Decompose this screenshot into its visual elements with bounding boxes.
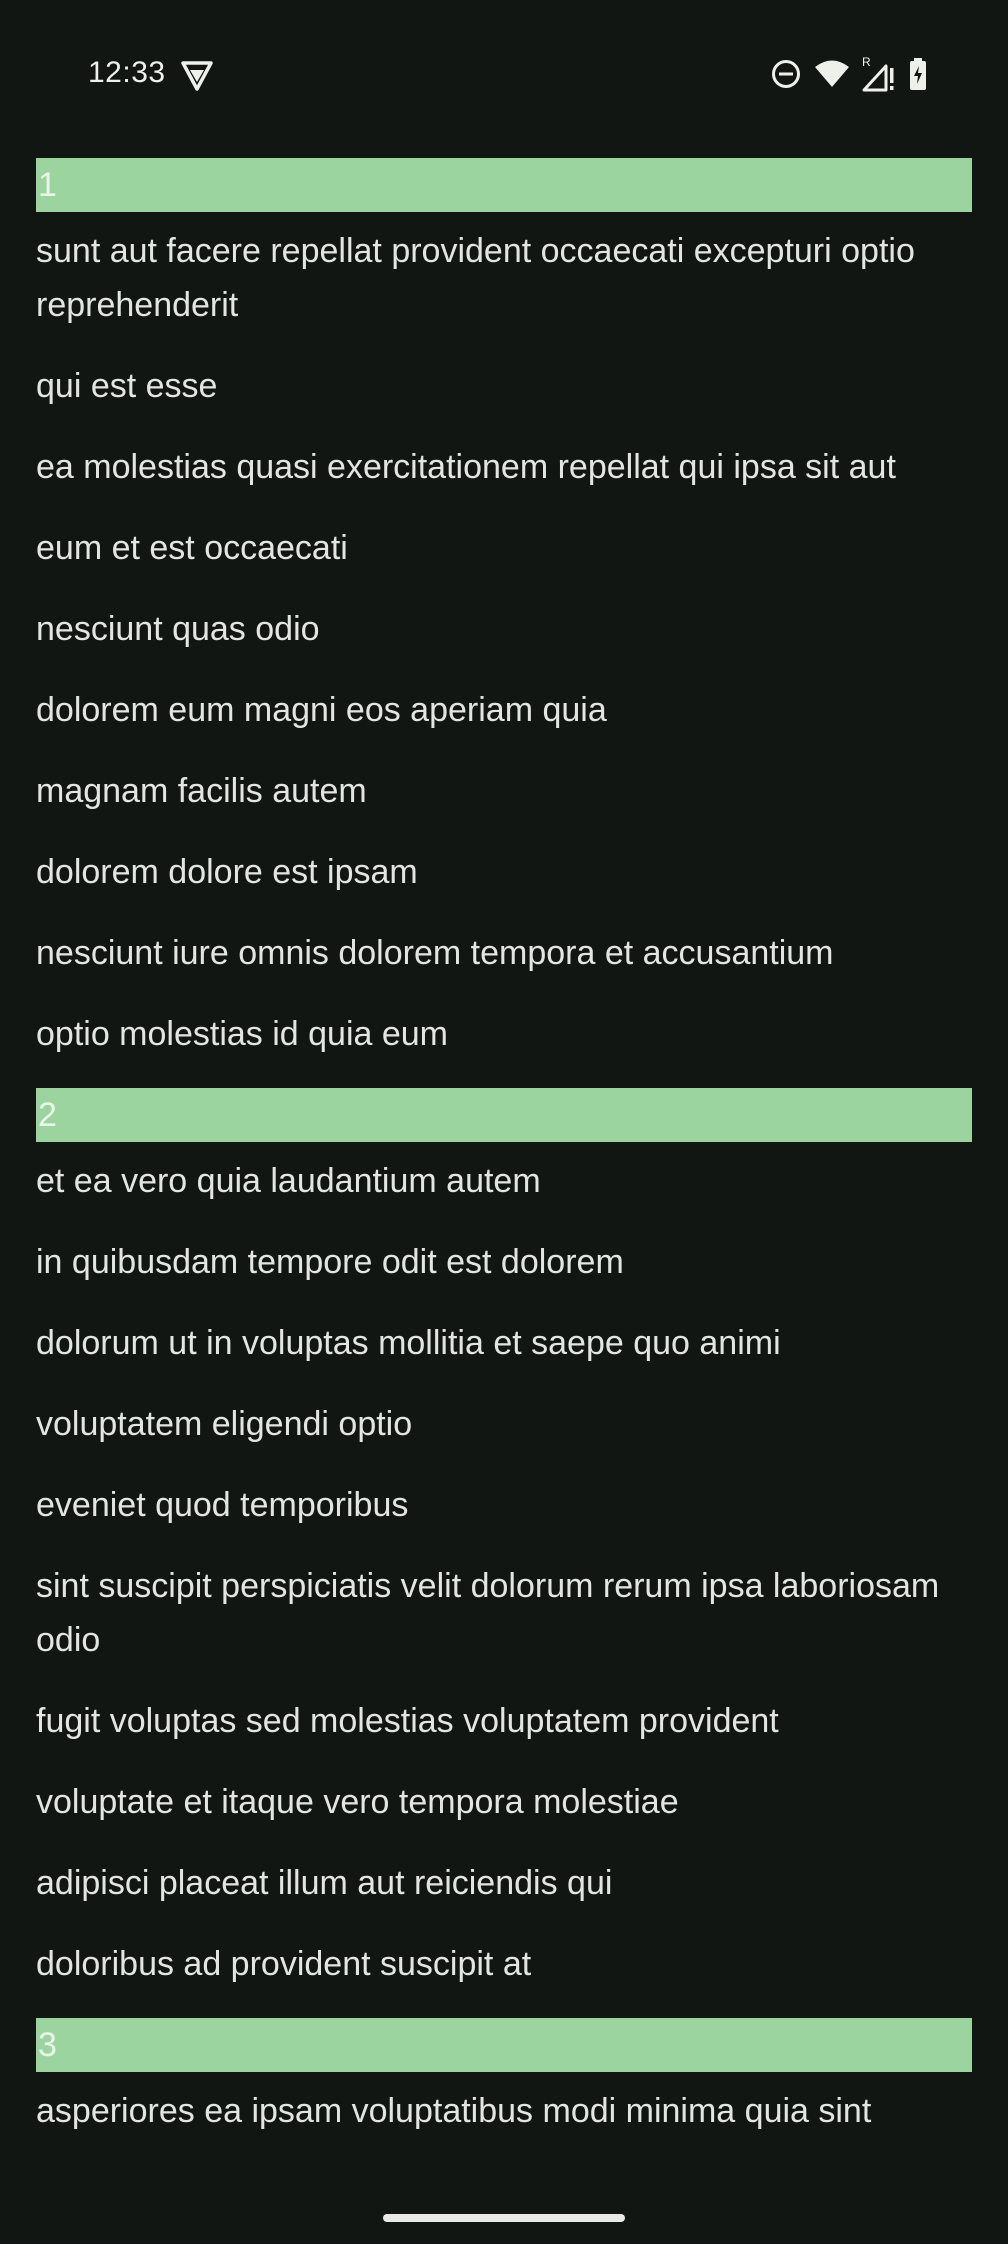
list-item[interactable]: nesciunt quas odio bbox=[36, 602, 972, 683]
status-icons: R bbox=[770, 56, 928, 92]
list-item[interactable]: voluptate et itaque vero tempora molesti… bbox=[36, 1775, 972, 1856]
do-not-disturb-icon bbox=[770, 58, 802, 90]
roaming-indicator: R bbox=[862, 56, 871, 69]
list-item[interactable]: eveniet quod temporibus bbox=[36, 1478, 972, 1559]
status-time: 12:33 bbox=[88, 56, 166, 89]
list-item[interactable]: voluptatem eligendi optio bbox=[36, 1397, 972, 1478]
list-item[interactable]: eum et est occaecati bbox=[36, 521, 972, 602]
list-item[interactable]: dolorum ut in voluptas mollitia et saepe… bbox=[36, 1316, 972, 1397]
post-list[interactable]: 1 sunt aut facere repellat provident occa… bbox=[36, 158, 972, 2194]
wifi-icon bbox=[814, 59, 850, 89]
list-item[interactable]: asperiores ea ipsam voluptatibus modi mi… bbox=[36, 2084, 972, 2166]
list-item[interactable]: doloribus ad provident suscipit at bbox=[36, 1937, 972, 2018]
list-item[interactable]: in quibusdam tempore odit est dolorem bbox=[36, 1235, 972, 1316]
list-item[interactable]: dolorem eum magni eos aperiam quia bbox=[36, 683, 972, 764]
list-item[interactable]: sunt aut facere repellat provident occae… bbox=[36, 224, 972, 359]
list-item[interactable]: et ea vero quia laudantium autem bbox=[36, 1154, 972, 1235]
list-item[interactable]: nesciunt iure omnis dolorem tempora et a… bbox=[36, 926, 972, 1007]
list-item[interactable]: dolorem dolore est ipsam bbox=[36, 845, 972, 926]
list-item[interactable]: qui est esse bbox=[36, 359, 972, 440]
list-item[interactable]: adipisci placeat illum aut reiciendis qu… bbox=[36, 1856, 972, 1937]
home-indicator[interactable] bbox=[383, 2214, 625, 2222]
list-item[interactable]: magnam facilis autem bbox=[36, 764, 972, 845]
group-header: 1 bbox=[36, 158, 972, 212]
group-header: 3 bbox=[36, 2018, 972, 2072]
list-item[interactable]: optio molestias id quia eum bbox=[36, 1007, 972, 1088]
group-header: 2 bbox=[36, 1088, 972, 1142]
list-item[interactable]: sint suscipit perspiciatis velit dolorum… bbox=[36, 1559, 972, 1694]
list-item[interactable]: ea molestias quasi exercitationem repell… bbox=[36, 440, 972, 521]
battery-charging-icon bbox=[908, 58, 928, 90]
vpn-shield-icon bbox=[180, 58, 214, 92]
list-item[interactable]: fugit voluptas sed molestias voluptatem … bbox=[36, 1694, 972, 1775]
status-bar: 12:33 R bbox=[0, 0, 1008, 150]
signal-roaming-icon: R bbox=[862, 56, 896, 92]
